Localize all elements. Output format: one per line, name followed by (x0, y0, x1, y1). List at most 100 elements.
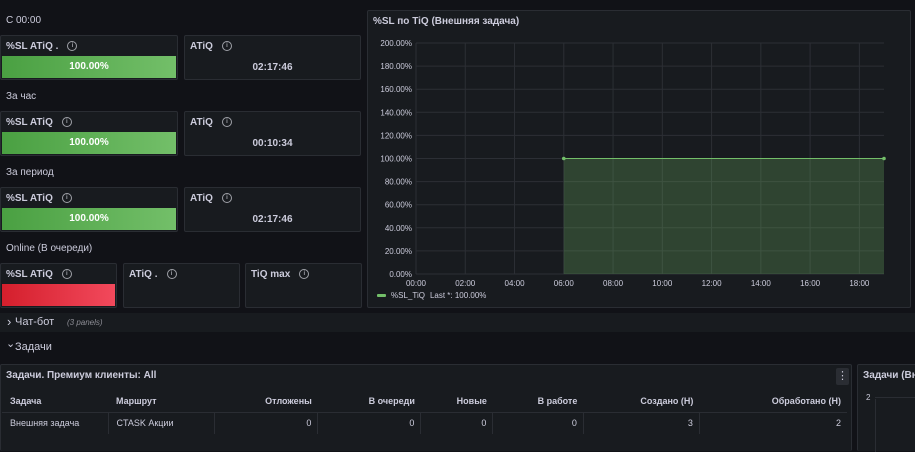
y-tick-label: 0.00% (389, 270, 412, 279)
x-tick-label: 10:00 (652, 279, 673, 288)
cell-created: 3 (583, 412, 700, 434)
side-axis (875, 399, 876, 452)
panel-title: %SL ATiQ i (6, 117, 72, 128)
section-title-hour: За час (6, 91, 37, 102)
y-tick-label: 40.00% (385, 224, 412, 233)
info-icon[interactable]: i (61, 193, 72, 204)
x-tick-label: 06:00 (554, 279, 575, 288)
side-panel-title: Задачи (Вн (863, 370, 915, 381)
row-chatbot[interactable]: › Чат-бот (3 panels) (0, 313, 915, 332)
section-title-online: Online (В очереди) (6, 243, 93, 254)
sl-value-bar-red (2, 284, 115, 306)
x-tick-label: 14:00 (751, 279, 772, 288)
panel-title: ATiQ i (190, 193, 232, 204)
cell-route: CTASK Акции (108, 412, 215, 434)
y-tick-label: 140.00% (380, 108, 412, 117)
atiq-panel-period: ATiQ i 02:17:46 (184, 187, 361, 232)
info-icon[interactable]: i (67, 41, 78, 52)
tasks-table-panel: Задачи. Премиум клиенты: All ⋮ Задача Ма… (0, 364, 852, 451)
row-title-chatbot: Чат-бот (15, 316, 55, 328)
x-tick-label: 02:00 (455, 279, 476, 288)
y-tick-label: 160.00% (380, 85, 412, 94)
info-icon[interactable]: i (221, 193, 232, 204)
sl-atiq-panel-hour: %SL ATiQ i 100.00% (0, 111, 178, 156)
atiq-panel-online: ATiQ .i (123, 263, 240, 308)
panel-menu-icon[interactable]: ⋮ (836, 368, 849, 385)
y-tick-label: 200.00% (380, 39, 412, 48)
x-tick-label: 04:00 (505, 279, 526, 288)
sl-atiq-panel-period: %SL ATiQ i 100.00% (0, 187, 178, 232)
y-tick-label: 80.00% (385, 178, 412, 187)
cell-in-work: 0 (492, 412, 584, 434)
col-header-processed[interactable]: Обработано (Н) (699, 391, 847, 412)
info-icon[interactable]: i (61, 269, 72, 280)
series-point (561, 156, 566, 161)
row-title-tasks: Задачи (15, 341, 52, 353)
info-icon[interactable]: i (166, 269, 177, 280)
tiq-max-panel-online: TiQ max i (245, 263, 362, 308)
atiq-value: 02:17:46 (252, 62, 293, 73)
panel-title: ATiQ i (190, 41, 232, 52)
col-header-route[interactable]: Маршрут (108, 391, 214, 412)
sl-atiq-panel-today: %SL ATiQ .i 100.00% (0, 35, 178, 80)
legend-series-label: %SL_TiQ (391, 291, 425, 300)
series-point (882, 156, 886, 161)
graph-legend[interactable]: %SL_TiQ Last *: 100.00% (377, 291, 486, 300)
x-tick-label: 00:00 (406, 279, 427, 288)
sl-value-bar: 100.00% (2, 208, 176, 230)
y-tick-label: 60.00% (385, 201, 412, 210)
atiq-panel-hour: ATiQ i 00:10:34 (184, 111, 361, 156)
sl-tiq-graph-panel: %SL по TiQ (Внешняя задача) 200.00% 180.0… (367, 10, 911, 308)
graph-svg: 200.00% 180.00% 160.00% 140.00% 120.00% 100.0… (380, 39, 886, 288)
sl-value-bar: 100.00% (2, 132, 176, 154)
info-icon[interactable]: i (299, 269, 310, 280)
panel-title: %SL ATiQ i (6, 193, 72, 204)
panel-title: %SL ATiQ i (6, 269, 72, 280)
tasks-side-graph-panel: Задачи (Вн 2 (857, 364, 915, 452)
cell-new: 0 (420, 412, 494, 434)
tasks-table: Задача Маршрут Отложены В очереди Новые … (2, 391, 847, 434)
col-header-in-work[interactable]: В работе (493, 391, 583, 412)
panel-title: ATiQ .i (129, 269, 177, 280)
col-header-postponed[interactable]: Отложены (214, 391, 318, 412)
cell-processed: 2 (835, 418, 841, 429)
panel-title: %SL ATiQ .i (6, 41, 78, 52)
panel-title: ATiQ i (190, 117, 232, 128)
side-grid-line (875, 397, 915, 398)
chevron-down-icon: ⌄ (6, 338, 16, 350)
info-icon[interactable]: i (221, 117, 232, 128)
info-icon[interactable]: i (221, 41, 232, 52)
legend-value: Last *: 100.00% (429, 291, 487, 300)
sl-value-bar: 100.00% (2, 56, 176, 78)
y-tick-label: 180.00% (380, 62, 412, 71)
x-tick-label: 08:00 (603, 279, 624, 288)
section-title-today: С 00:00 (6, 15, 42, 26)
table-panel-title: Задачи. Премиум клиенты: All (6, 370, 157, 381)
y-tick-label: 20.00% (385, 247, 412, 256)
col-header-in-queue[interactable]: В очереди (318, 391, 421, 412)
sl-atiq-panel-online: %SL ATiQ i (0, 263, 117, 308)
y-tick-label: 100.00% (380, 155, 412, 164)
y-tick-label: 120.00% (380, 131, 412, 140)
series-area (563, 158, 884, 274)
graph-area[interactable]: 200.00% 180.00% 160.00% 140.00% 120.00% 100.0… (368, 11, 912, 309)
col-header-created[interactable]: Создано (Н) (583, 391, 699, 412)
row-panel-count: (3 panels) (67, 318, 103, 327)
cell-in-queue: 0 (317, 412, 422, 434)
table-row[interactable]: Внешняя задача CTASK Акции 0 0 0 0 3 2 (2, 412, 847, 434)
legend-swatch (377, 294, 386, 298)
chevron-right-icon: › (7, 314, 12, 329)
atiq-value: 00:10:34 (252, 138, 293, 149)
cell-postponed: 0 (214, 412, 319, 434)
side-y-tick: 2 (866, 393, 871, 402)
col-header-new[interactable]: Новые (421, 391, 493, 412)
x-tick-label: 16:00 (800, 279, 821, 288)
row-tasks[interactable]: ⌄ Задачи (0, 337, 915, 356)
section-title-period: За период (6, 167, 54, 178)
info-icon[interactable]: i (61, 117, 72, 128)
x-tick-label: 18:00 (849, 279, 870, 288)
cell-task: Внешняя задача (2, 412, 109, 434)
panel-title: TiQ max i (251, 269, 310, 280)
col-header-task[interactable]: Задача (2, 391, 108, 412)
atiq-value: 02:17:46 (252, 214, 293, 225)
